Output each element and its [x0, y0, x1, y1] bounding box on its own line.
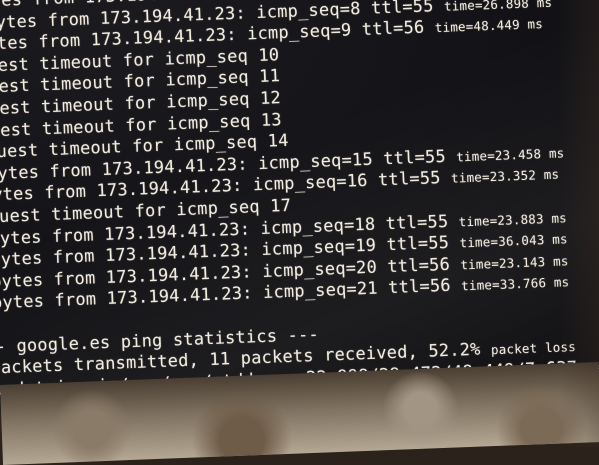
terminal-line-time: time=36.043 ms: [459, 231, 568, 251]
terminal-line-time: time=33.766 ms: [460, 274, 570, 294]
terminal-line-time: time=23.143 ms: [460, 252, 569, 273]
terminal-line-time: time=26.898 ms: [443, 0, 553, 14]
terminal-window: ytes from 173.194.41.23: icmp_seq 7bytes…: [0, 0, 599, 412]
terminal-line-time: time=23.883 ms: [458, 209, 568, 229]
terminal-line-time: time=23.352 ms: [450, 166, 560, 187]
terminal-output: ytes from 173.194.41.23: icmp_seq 7bytes…: [0, 0, 599, 412]
terminal-line-time: time=23.458 ms: [455, 145, 565, 165]
terminal-line-time: time=48.449 ms: [434, 16, 544, 36]
terminal-line-time: packet loss: [490, 339, 577, 358]
